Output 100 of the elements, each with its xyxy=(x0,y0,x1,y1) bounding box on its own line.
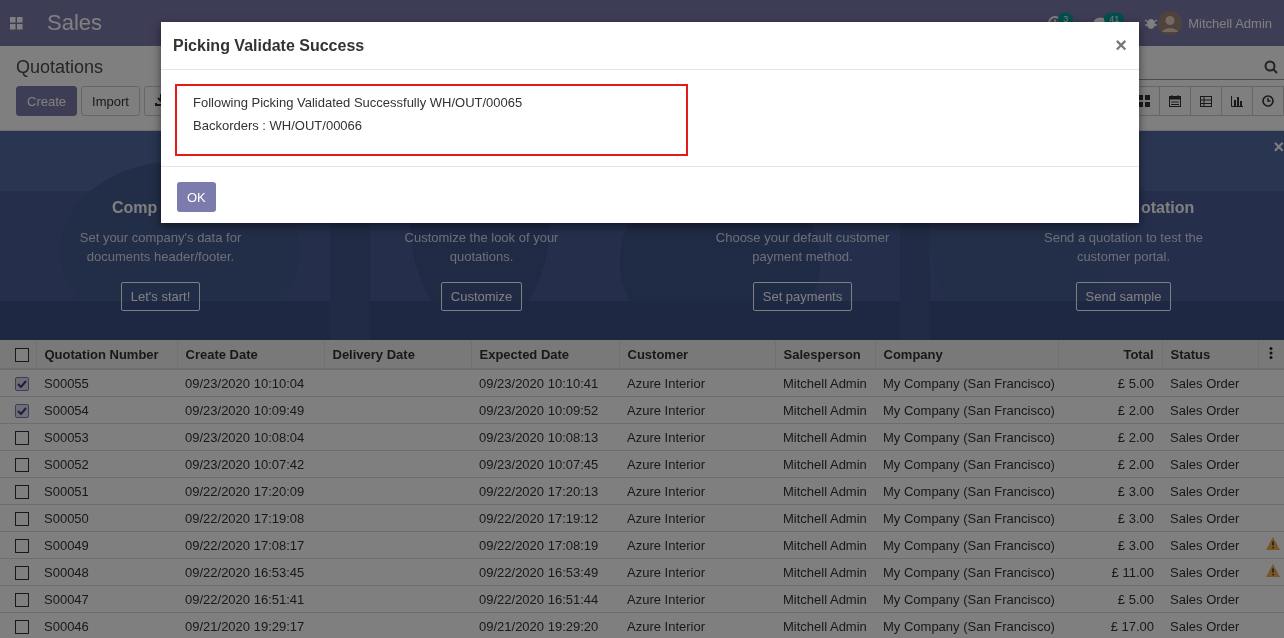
bar-chart-icon xyxy=(1231,95,1243,107)
more-options-icon[interactable] xyxy=(1269,346,1274,359)
table-cell: Azure Interior xyxy=(627,483,706,499)
table-cell: Mitchell Admin xyxy=(783,537,867,553)
activity-view-button[interactable] xyxy=(1252,86,1284,116)
table-cell: S00052 xyxy=(44,456,89,472)
table-cell: My Company (San Francisco) xyxy=(883,564,1055,580)
close-button[interactable]: × xyxy=(1115,34,1127,57)
card-text: Customize the look of your xyxy=(404,229,559,247)
message-text: Backorders : WH/OUT/00066 xyxy=(193,118,364,133)
table-cell: My Company (San Francisco) xyxy=(883,591,1055,607)
row-checkbox[interactable] xyxy=(15,619,29,634)
table-cell: Mitchell Admin xyxy=(783,456,867,472)
table-cell: Sales Order xyxy=(1170,402,1240,418)
card-button[interactable]: Customize xyxy=(440,282,523,311)
table-cell: £ 17.00 xyxy=(1110,618,1154,634)
table-cell: 09/22/2020 16:51:41 xyxy=(185,591,305,607)
dialog-title: Picking Validate Success xyxy=(173,36,365,55)
table-cell: S00047 xyxy=(44,591,89,607)
row-checkbox[interactable] xyxy=(15,376,29,391)
table-cell: Azure Interior xyxy=(627,375,706,391)
card-text: Choose your default customer xyxy=(715,229,890,247)
search-icon[interactable] xyxy=(1264,59,1278,74)
table-icon xyxy=(1200,95,1212,107)
table-cell: £ 3.00 xyxy=(1117,483,1154,499)
select-all-checkbox[interactable] xyxy=(15,347,29,362)
table-cell: Azure Interior xyxy=(627,537,706,553)
table-cell: My Company (San Francisco) xyxy=(883,618,1055,634)
card-button[interactable]: Set payments xyxy=(752,282,853,311)
table-cell: 09/23/2020 10:07:42 xyxy=(185,456,305,472)
row-checkbox[interactable] xyxy=(15,403,29,418)
toolbar-button[interactable]: Import xyxy=(81,86,140,116)
grid-icon xyxy=(1138,95,1150,107)
card-title: Comp xyxy=(112,199,158,218)
table-cell: 09/22/2020 16:53:45 xyxy=(185,564,305,580)
row-checkbox[interactable] xyxy=(15,592,29,607)
card-text: documents header/footer. xyxy=(86,248,235,266)
table-cell: My Company (San Francisco) xyxy=(883,375,1055,391)
table-cell: Azure Interior xyxy=(627,402,706,418)
ok-button[interactable]: OK xyxy=(177,182,216,212)
message-text: Following Picking Validated Successfully WH/OUT/00065 xyxy=(193,95,524,110)
card-title: otation xyxy=(1141,199,1195,218)
table-cell: Azure Interior xyxy=(627,510,706,526)
table-cell: My Company (San Francisco) xyxy=(883,537,1055,553)
table-cell: Azure Interior xyxy=(627,456,706,472)
table-cell: My Company (San Francisco) xyxy=(883,456,1055,472)
card-text: customer portal. xyxy=(1076,248,1171,266)
card-button[interactable]: Let's start! xyxy=(120,282,201,311)
card-text: payment method. xyxy=(752,248,853,266)
table-cell: Sales Order xyxy=(1170,510,1240,526)
apps-menu-icon[interactable] xyxy=(10,16,23,30)
table-cell: Mitchell Admin xyxy=(783,402,867,418)
table-cell: Mitchell Admin xyxy=(783,564,867,580)
table-cell: My Company (San Francisco) xyxy=(883,402,1055,418)
table-cell: Mitchell Admin xyxy=(783,483,867,499)
chart-view-button[interactable] xyxy=(1221,86,1253,116)
column-header[interactable]: Total xyxy=(1123,346,1154,362)
close-button[interactable]: × xyxy=(1273,137,1284,158)
row-checkbox[interactable] xyxy=(15,484,29,499)
card-text: Set your company's data for xyxy=(79,229,242,247)
table-cell: 09/22/2020 17:20:13 xyxy=(479,483,599,499)
calendar-view-button[interactable] xyxy=(1159,86,1191,116)
table-cell: 09/22/2020 17:19:12 xyxy=(479,510,599,526)
table-cell: S00053 xyxy=(44,429,89,445)
table-cell: £ 2.00 xyxy=(1117,402,1154,418)
table-cell: Mitchell Admin xyxy=(783,618,867,634)
table-cell: Azure Interior xyxy=(627,591,706,607)
table-cell: 09/23/2020 10:09:49 xyxy=(185,402,305,418)
table-cell: 09/23/2020 10:10:04 xyxy=(185,375,305,391)
table-view-button[interactable] xyxy=(1190,86,1222,116)
card-text: Send a quotation to test the xyxy=(1044,229,1203,247)
table-cell: Sales Order xyxy=(1170,483,1240,499)
toolbar-button[interactable]: Create xyxy=(16,86,78,116)
row-checkbox[interactable] xyxy=(15,430,29,445)
table-cell: Mitchell Admin xyxy=(783,429,867,445)
table-cell: Sales Order xyxy=(1170,564,1240,580)
table-cell: S00050 xyxy=(44,510,89,526)
calendar-icon xyxy=(1169,95,1181,107)
table-cell: £ 5.00 xyxy=(1117,591,1154,607)
table-cell: My Company (San Francisco) xyxy=(883,429,1055,445)
table-cell: Sales Order xyxy=(1170,375,1240,391)
table-cell: 09/22/2020 16:51:44 xyxy=(479,591,599,607)
table-cell: Sales Order xyxy=(1170,537,1240,553)
card-text: quotations. xyxy=(449,248,514,266)
column-header[interactable]: Company xyxy=(883,346,943,362)
row-checkbox[interactable] xyxy=(15,457,29,472)
row-checkbox[interactable] xyxy=(15,511,29,526)
table-cell: Sales Order xyxy=(1170,591,1240,607)
bug-icon[interactable] xyxy=(1144,16,1159,30)
table-cell: S00051 xyxy=(44,483,89,499)
table-cell: £ 3.00 xyxy=(1117,510,1154,526)
table-cell: Mitchell Admin xyxy=(783,510,867,526)
table-cell: S00049 xyxy=(44,537,89,553)
user-name[interactable]: Mitchell Admin xyxy=(1188,15,1272,31)
card-button[interactable]: Send sample xyxy=(1075,282,1172,311)
row-checkbox[interactable] xyxy=(15,538,29,553)
table-cell: My Company (San Francisco) xyxy=(883,483,1055,499)
row-checkbox[interactable] xyxy=(15,565,29,580)
table-cell: Sales Order xyxy=(1170,456,1240,472)
table-cell: £ 2.00 xyxy=(1117,456,1154,472)
